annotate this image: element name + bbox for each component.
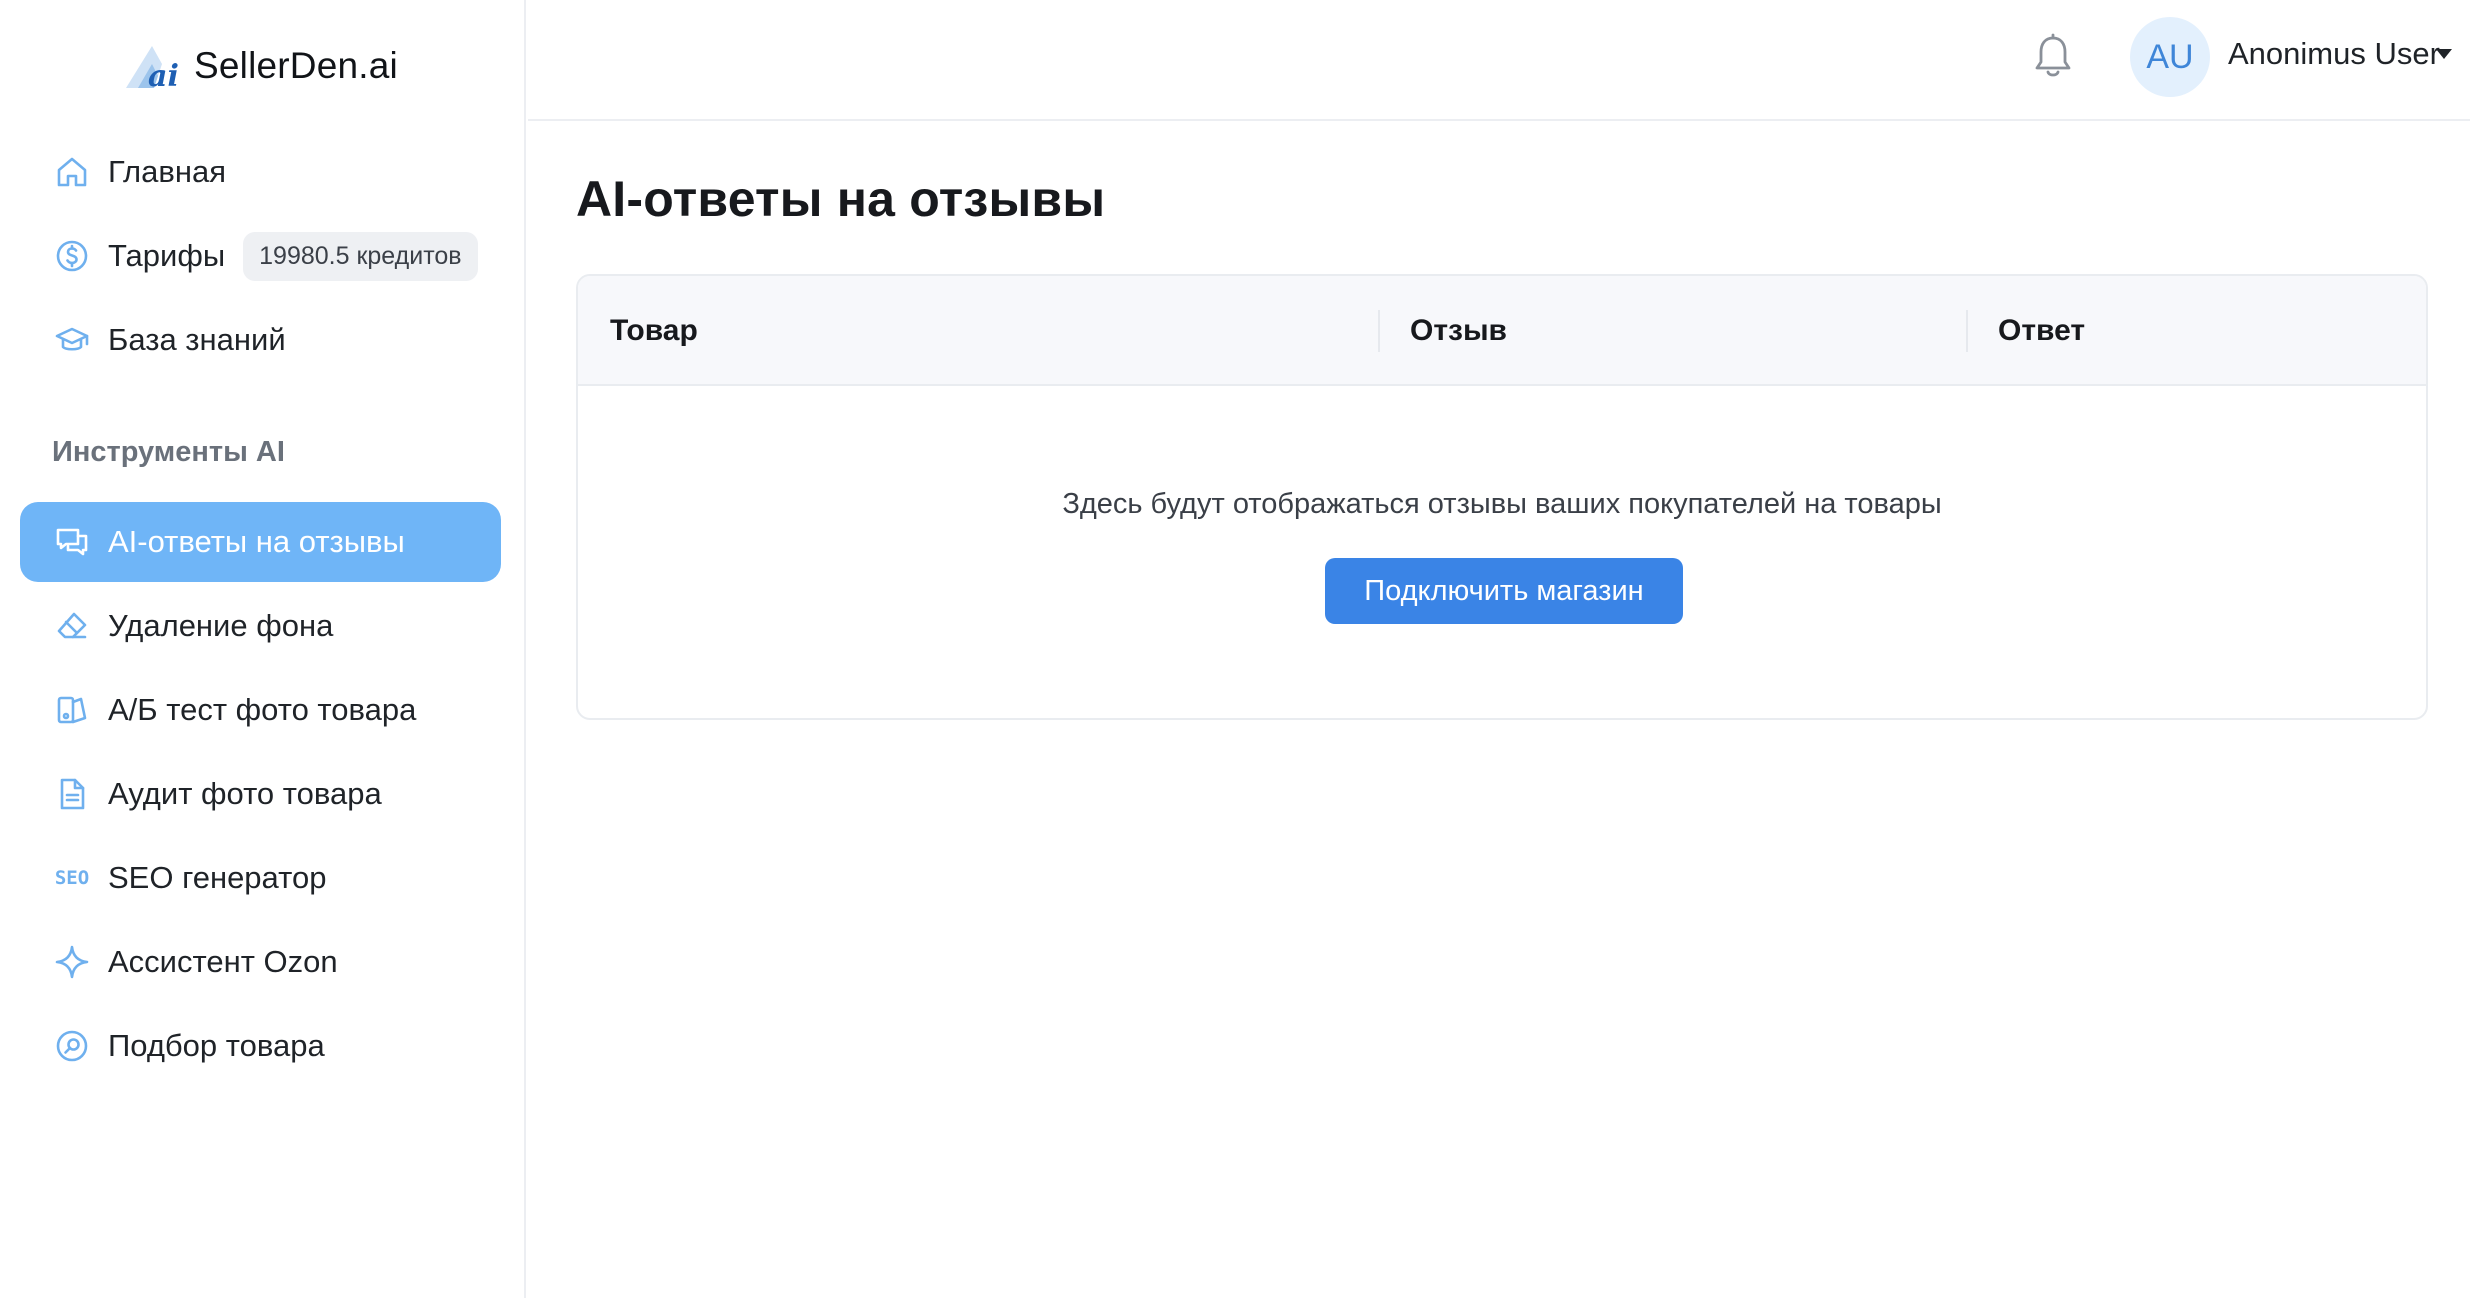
reviews-table: Товар Отзыв Ответ Здесь будут отображать… xyxy=(576,274,2428,720)
empty-state-message: Здесь будут отображаться отзывы ваших по… xyxy=(1062,488,1942,520)
avatar[interactable]: AU xyxy=(2130,17,2210,97)
caret-down-icon[interactable] xyxy=(2436,49,2452,59)
column-header-product[interactable]: Товар xyxy=(610,276,698,386)
sidebar-item-label: Главная xyxy=(108,154,226,189)
sidebar: ai SellerDen.ai Главная Тарифы 19980.5 к… xyxy=(0,0,526,1298)
column-header-answer[interactable]: Ответ xyxy=(1998,276,2085,386)
mountain-ai-logo: ai xyxy=(126,46,179,90)
sidebar-item-seo-generator[interactable]: SEO SEO генератор xyxy=(20,838,501,918)
bell-icon[interactable] xyxy=(2026,30,2080,84)
sidebar-item-ab-test[interactable]: А/Б тест фото товара xyxy=(20,670,501,750)
top-header: AU Anonimus User xyxy=(528,0,2470,121)
seo-icon: SEO xyxy=(52,858,92,898)
dollar-icon xyxy=(52,236,92,276)
eraser-icon xyxy=(52,606,92,646)
sidebar-item-label: Ассистент Ozon xyxy=(108,944,338,979)
graduation-cap-icon xyxy=(52,320,92,360)
sidebar-item-label: Тарифы xyxy=(108,238,226,273)
home-icon xyxy=(52,152,92,192)
sparkle-icon xyxy=(52,942,92,982)
sidebar-item-label: База знаний xyxy=(108,322,286,357)
chat-bubbles-icon xyxy=(52,522,92,562)
sidebar-item-ai-review-answers[interactable]: AI-ответы на отзывы xyxy=(20,502,501,582)
sidebar-item-label: Подбор товара xyxy=(108,1028,325,1063)
search-circle-icon xyxy=(52,1026,92,1066)
document-icon xyxy=(52,774,92,814)
sidebar-item-tariffs[interactable]: Тарифы 19980.5 кредитов xyxy=(20,216,501,296)
sidebar-item-label: А/Б тест фото товара xyxy=(108,692,417,727)
sidebar-item-background-removal[interactable]: Удаление фона xyxy=(20,586,501,666)
sidebar-item-label: Аудит фото товара xyxy=(108,776,382,811)
table-header: Товар Отзыв Ответ xyxy=(578,276,2426,386)
sidebar-item-label: AI-ответы на отзывы xyxy=(108,524,405,559)
svg-text:ai: ai xyxy=(148,59,179,90)
sidebar-item-photo-audit[interactable]: Аудит фото товара xyxy=(20,754,501,834)
sidebar-item-home[interactable]: Главная xyxy=(20,132,501,212)
page-title: AI-ответы на отзывы xyxy=(576,171,1106,227)
sidebar-item-ozon-assistant[interactable]: Ассистент Ozon xyxy=(20,922,501,1002)
user-name[interactable]: Anonimus User xyxy=(2228,36,2440,72)
connect-store-button[interactable]: Подключить магазин xyxy=(1325,558,1683,624)
column-header-review[interactable]: Отзыв xyxy=(1410,276,1507,386)
credits-badge: 19980.5 кредитов xyxy=(243,231,478,281)
brand-name: SellerDen.ai xyxy=(194,45,398,86)
sidebar-item-product-selection[interactable]: Подбор товара xyxy=(20,1006,501,1086)
column-separator xyxy=(1378,310,1380,352)
column-separator xyxy=(1966,310,1968,352)
seo-icon-text: SEO xyxy=(54,867,90,889)
app-root: ai SellerDen.ai Главная Тарифы 19980.5 к… xyxy=(0,0,2470,1298)
ab-test-icon xyxy=(52,690,92,730)
sidebar-item-knowledge-base[interactable]: База знаний xyxy=(20,300,501,380)
brand-logo[interactable]: ai SellerDen.ai xyxy=(124,40,398,92)
sidebar-item-label: Удаление фона xyxy=(108,608,334,643)
section-title-ai-tools: Инструменты AI xyxy=(52,436,285,468)
sidebar-item-label: SEO генератор xyxy=(108,860,327,895)
